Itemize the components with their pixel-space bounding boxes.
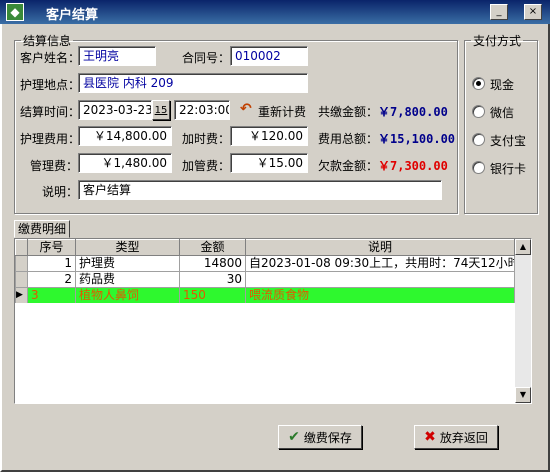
col-header-note[interactable]: 说明 (245, 239, 515, 256)
close-button[interactable]: × (524, 4, 542, 20)
calendar-icon: 15 (154, 104, 168, 116)
check-icon: ✔ (288, 429, 300, 445)
cell-type[interactable]: 护理费 (75, 255, 180, 272)
row-header[interactable] (15, 271, 28, 288)
contract-field[interactable]: 010002 (230, 46, 308, 66)
extra-time-field[interactable]: ￥120.00 (230, 126, 308, 146)
paid-value: ￥7,800.00 (378, 105, 448, 119)
payment-grid: 序号 类型 金额 说明 1 护理费 14800 自2023-01-08 09:3… (14, 238, 532, 404)
grid-corner (15, 239, 28, 256)
cancel-label: 放弃返回 (439, 430, 488, 445)
cancel-button[interactable]: ✖ 放弃返回 (414, 425, 498, 449)
cell-note[interactable]: 喂流质食物 (245, 287, 515, 304)
table-row[interactable]: 1 护理费 14800 自2023-01-08 09:30上工，共用时：74天1… (15, 255, 515, 272)
recalc-label[interactable]: 重新计费 (258, 103, 306, 120)
care-fee-field[interactable]: ￥14,800.00 (78, 126, 172, 146)
table-row-selected[interactable]: ▶ 3 植物人鼻饲 150 喂流质食物 (15, 287, 515, 304)
note-label: 说明： (42, 185, 79, 199)
current-row-arrow-icon: ▶ (15, 287, 28, 304)
radio-cash[interactable] (472, 77, 485, 90)
tab-payment-detail[interactable]: 缴费明细 (14, 220, 70, 238)
cell-note[interactable] (245, 271, 515, 288)
extra-mgmt-label: 加管费： (182, 159, 231, 173)
radio-cash-label[interactable]: 现金 (490, 76, 514, 93)
scroll-down-icon[interactable]: ▼ (515, 387, 531, 403)
calendar-button[interactable]: 15 (152, 100, 170, 120)
cross-icon: ✖ (424, 429, 436, 445)
cell-amount[interactable]: 150 (179, 287, 246, 304)
table-row[interactable]: 2 药品费 30 (15, 271, 515, 288)
extra-mgmt-field[interactable]: ￥15.00 (230, 153, 308, 173)
mgmt-label: 管理费： (30, 159, 79, 173)
note-field[interactable]: 客户结算 (78, 180, 442, 200)
radio-bankcard[interactable] (472, 161, 485, 174)
cell-seq[interactable]: 3 (27, 287, 76, 304)
cell-note[interactable]: 自2023-01-08 09:30上工，共用时：74天12小时 (245, 255, 515, 272)
total-label: 费用总额： (318, 132, 379, 146)
window-title: 客户结算 (46, 8, 99, 23)
settle-time-label: 结算时间： (20, 105, 81, 119)
minimize-button[interactable]: _ (490, 4, 508, 20)
location-field[interactable]: 县医院 内科 209 (78, 73, 308, 93)
settlement-legend: 结算信息 (23, 34, 72, 48)
customer-name-label: 客户姓名： (20, 51, 81, 65)
row-header[interactable] (15, 255, 28, 272)
cell-amount[interactable]: 14800 (179, 255, 246, 272)
vertical-scrollbar[interactable]: ▲ ▼ (515, 239, 531, 403)
save-payment-button[interactable]: ✔ 缴费保存 (278, 425, 362, 449)
col-header-amount[interactable]: 金额 (179, 239, 246, 256)
care-fee-label: 护理费用： (20, 132, 81, 146)
settle-date-field[interactable]: 2023-03-23 (78, 100, 152, 120)
cell-amount[interactable]: 30 (179, 271, 246, 288)
extra-time-label: 加时费： (182, 132, 231, 146)
radio-wechat[interactable] (472, 105, 485, 118)
paid-label: 共缴金额： (318, 105, 379, 119)
col-header-type[interactable]: 类型 (75, 239, 180, 256)
cell-seq[interactable]: 1 (27, 255, 76, 272)
grid-empty-area (15, 303, 515, 403)
location-label: 护理地点： (20, 78, 81, 92)
contract-label: 合同号： (182, 51, 231, 65)
customer-name-field[interactable]: 王明亮 (78, 46, 156, 66)
title-bar: ◆ 客户结算 _ × (0, 0, 550, 24)
recalc-icon[interactable]: ↶ (240, 101, 252, 117)
settle-time-field[interactable]: 22:03:00 (174, 100, 230, 120)
cell-seq[interactable]: 2 (27, 271, 76, 288)
owed-value: ￥7,300.00 (378, 159, 448, 173)
radio-alipay-label[interactable]: 支付宝 (490, 132, 526, 149)
total-value: ￥15,100.00 (378, 132, 456, 146)
radio-bankcard-label[interactable]: 银行卡 (490, 160, 526, 177)
radio-wechat-label[interactable]: 微信 (490, 104, 514, 121)
app-icon: ◆ (6, 3, 24, 21)
cell-type[interactable]: 植物人鼻饲 (75, 287, 180, 304)
radio-alipay[interactable] (472, 133, 485, 146)
payment-group: 支付方式 (464, 32, 538, 214)
cell-type[interactable]: 药品费 (75, 271, 180, 288)
owed-label: 欠款金额： (318, 159, 379, 173)
mgmt-field[interactable]: ￥1,480.00 (78, 153, 172, 173)
col-header-seq[interactable]: 序号 (27, 239, 76, 256)
scroll-up-icon[interactable]: ▲ (515, 239, 531, 255)
save-payment-label: 缴费保存 (303, 430, 352, 445)
payment-legend: 支付方式 (473, 34, 522, 48)
